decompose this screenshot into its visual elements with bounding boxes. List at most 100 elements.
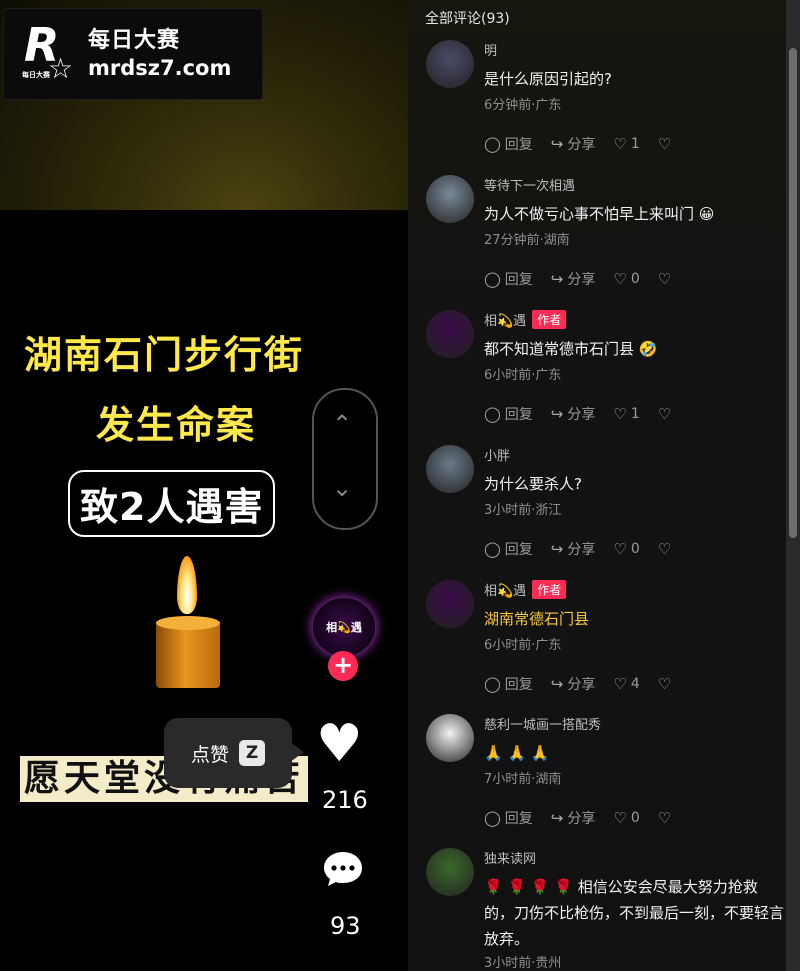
commenter-avatar[interactable] xyxy=(426,445,474,493)
watermark-url: mrdsz7.com xyxy=(88,56,232,80)
commenter-avatar[interactable] xyxy=(426,175,474,223)
commenter-avatar[interactable] xyxy=(426,580,474,628)
commenter-name[interactable]: 相💫遇 作者 xyxy=(484,310,567,329)
share-button[interactable]: ↪ 分享 xyxy=(551,539,596,559)
broken-heart-icon: ♡ xyxy=(657,270,672,288)
comment-actions: ◯ 回复 ↪ 分享 ♡ 0 ♡ xyxy=(484,539,671,559)
dislike-button[interactable]: ♡ xyxy=(658,269,671,289)
comment-item: 明 是什么原因引起的? 6分钟前·广东 ◯ 回复 ↪ 分享 ♡ 1 ♡ xyxy=(426,40,784,170)
share-button[interactable]: ↪ 分享 xyxy=(551,808,596,828)
reply-icon: ◯ xyxy=(484,270,501,288)
heart-outline-icon: ♡ xyxy=(613,540,627,558)
comment-like-count: 1 xyxy=(630,136,640,152)
commenter-avatar[interactable] xyxy=(426,310,474,358)
comment-like-button[interactable]: ♡ 1 xyxy=(613,404,639,424)
reply-label: 回复 xyxy=(504,137,533,153)
comment-actions: ◯ 回复 ↪ 分享 ♡ 4 ♡ xyxy=(484,674,671,694)
comment-meta: 3小时前·贵州 xyxy=(484,956,562,971)
comment-like-button[interactable]: ♡ 4 xyxy=(613,674,639,694)
comment-meta: 6小时前·广东 xyxy=(484,368,562,383)
chevron-down-icon[interactable]: ⌄ xyxy=(332,474,352,502)
comment-icon[interactable] xyxy=(322,850,364,888)
comment-item: 小胖 为什么要杀人? 3小时前·浙江 ◯ 回复 ↪ 分享 ♡ 0 ♡ xyxy=(426,445,784,575)
commenter-name-text[interactable]: 小胖 xyxy=(484,445,510,464)
comment-like-count: 4 xyxy=(630,676,640,692)
commenter-avatar[interactable] xyxy=(426,40,474,88)
video-player[interactable]: R ☆ 每日大赛 每日大赛 mrdsz7.com 湖南石门步行街 发生命案 致2… xyxy=(0,0,408,971)
commenter-name-text[interactable]: 相💫遇 xyxy=(484,310,526,329)
dislike-button[interactable]: ♡ xyxy=(658,808,671,828)
comment-like-button[interactable]: ♡ 1 xyxy=(613,134,639,154)
reply-button[interactable]: ◯ 回复 xyxy=(484,539,533,559)
share-button[interactable]: ↪ 分享 xyxy=(551,134,596,154)
dislike-button[interactable]: ♡ xyxy=(658,674,671,694)
reply-button[interactable]: ◯ 回复 xyxy=(484,134,533,154)
reply-label: 回复 xyxy=(504,677,533,693)
share-label: 分享 xyxy=(567,407,596,423)
comment-like-button[interactable]: ♡ 0 xyxy=(613,539,639,559)
reply-label: 回复 xyxy=(504,811,533,827)
reply-button[interactable]: ◯ 回复 xyxy=(484,404,533,424)
dislike-button[interactable]: ♡ xyxy=(658,404,671,424)
commenter-name-text[interactable]: 明 xyxy=(484,40,497,59)
follow-button[interactable]: + xyxy=(328,651,358,681)
dislike-button[interactable]: ♡ xyxy=(658,539,671,559)
commenter-name-text[interactable]: 相💫遇 xyxy=(484,580,526,599)
comment-meta: 6分钟前·广东 xyxy=(484,98,562,113)
heart-outline-icon: ♡ xyxy=(613,270,627,288)
reply-button[interactable]: ◯ 回复 xyxy=(484,269,533,289)
commenter-name[interactable]: 相💫遇 作者 xyxy=(484,580,567,599)
commenter-name[interactable]: 等待下一次相遇 xyxy=(484,175,575,194)
heart-outline-icon: ♡ xyxy=(613,135,627,153)
comment-actions: ◯ 回复 ↪ 分享 ♡ 0 ♡ xyxy=(484,808,671,828)
commenter-name[interactable]: 明 xyxy=(484,40,497,59)
video-nav-control[interactable]: ⌃ ⌄ xyxy=(312,388,378,530)
commenter-name[interactable]: 慈利一城画一搭配秀 xyxy=(484,714,601,733)
watermark-logo-small: 每日大赛 xyxy=(22,71,50,79)
commenter-avatar[interactable] xyxy=(426,848,474,896)
heart-icon[interactable]: ♥ xyxy=(316,718,363,770)
share-button[interactable]: ↪ 分享 xyxy=(551,269,596,289)
commenter-name-text[interactable]: 独来读网 xyxy=(484,848,536,867)
commenter-name[interactable]: 独来读网 xyxy=(484,848,536,867)
commenter-avatar[interactable] xyxy=(426,714,474,762)
author-badge: 作者 xyxy=(532,310,567,329)
chevron-up-icon[interactable]: ⌃ xyxy=(332,410,352,438)
comment-text: 为人不做亏心事不怕早上来叫门 😀 xyxy=(484,205,715,223)
creator-avatar-image[interactable]: 相💫遇 xyxy=(313,598,375,656)
scrollbar-thumb[interactable] xyxy=(789,48,797,538)
comment-text: 为什么要杀人? xyxy=(484,475,582,493)
comment-like-count: 1 xyxy=(630,406,640,422)
heart-outline-icon: ♡ xyxy=(613,675,627,693)
reply-label: 回复 xyxy=(504,542,533,558)
commenter-name-text[interactable]: 等待下一次相遇 xyxy=(484,175,575,194)
share-label: 分享 xyxy=(567,137,596,153)
comments-panel: 全部评论(93) 明 是什么原因引起的? 6分钟前·广东 ◯ 回复 ↪ 分享 ♡ 1 … xyxy=(408,0,786,971)
heart-outline-icon: ♡ xyxy=(613,405,627,423)
comment-count: 93 xyxy=(330,912,361,940)
share-icon: ↪ xyxy=(550,270,564,288)
comment-text[interactable]: 湖南常德石门县 xyxy=(484,606,784,632)
comments-scrollbar[interactable] xyxy=(786,0,800,971)
share-button[interactable]: ↪ 分享 xyxy=(551,404,596,424)
comment-actions: ◯ 回复 ↪ 分享 ♡ 1 ♡ xyxy=(484,404,671,424)
comment-like-button[interactable]: ♡ 0 xyxy=(613,808,639,828)
share-label: 分享 xyxy=(567,811,596,827)
comment-actions: ◯ 回复 ↪ 分享 ♡ 0 ♡ xyxy=(484,269,671,289)
reply-button[interactable]: ◯ 回复 xyxy=(484,808,533,828)
reply-icon: ◯ xyxy=(484,540,501,558)
comment-text: 🌹 🌹 🌹 🌹 相信公安会尽最大努力抢救的，刀伤不比枪伤，不到最后一刻，不要轻言… xyxy=(484,878,785,948)
dislike-button[interactable]: ♡ xyxy=(658,134,671,154)
comment-text: 都不知道常德市石门县 🤣 xyxy=(484,340,658,358)
commenter-name-text[interactable]: 慈利一城画一搭配秀 xyxy=(484,714,601,733)
commenter-name[interactable]: 小胖 xyxy=(484,445,510,464)
candle-image xyxy=(150,556,226,690)
comment-like-button[interactable]: ♡ 0 xyxy=(613,269,639,289)
reply-button[interactable]: ◯ 回复 xyxy=(484,674,533,694)
reply-icon: ◯ xyxy=(484,809,501,827)
share-button[interactable]: ↪ 分享 xyxy=(551,674,596,694)
watermark-logo: R ☆ 每日大赛 xyxy=(22,22,80,86)
reply-label: 回复 xyxy=(504,272,533,288)
reply-icon: ◯ xyxy=(484,135,501,153)
comment-text: 是什么原因引起的? xyxy=(484,70,612,88)
